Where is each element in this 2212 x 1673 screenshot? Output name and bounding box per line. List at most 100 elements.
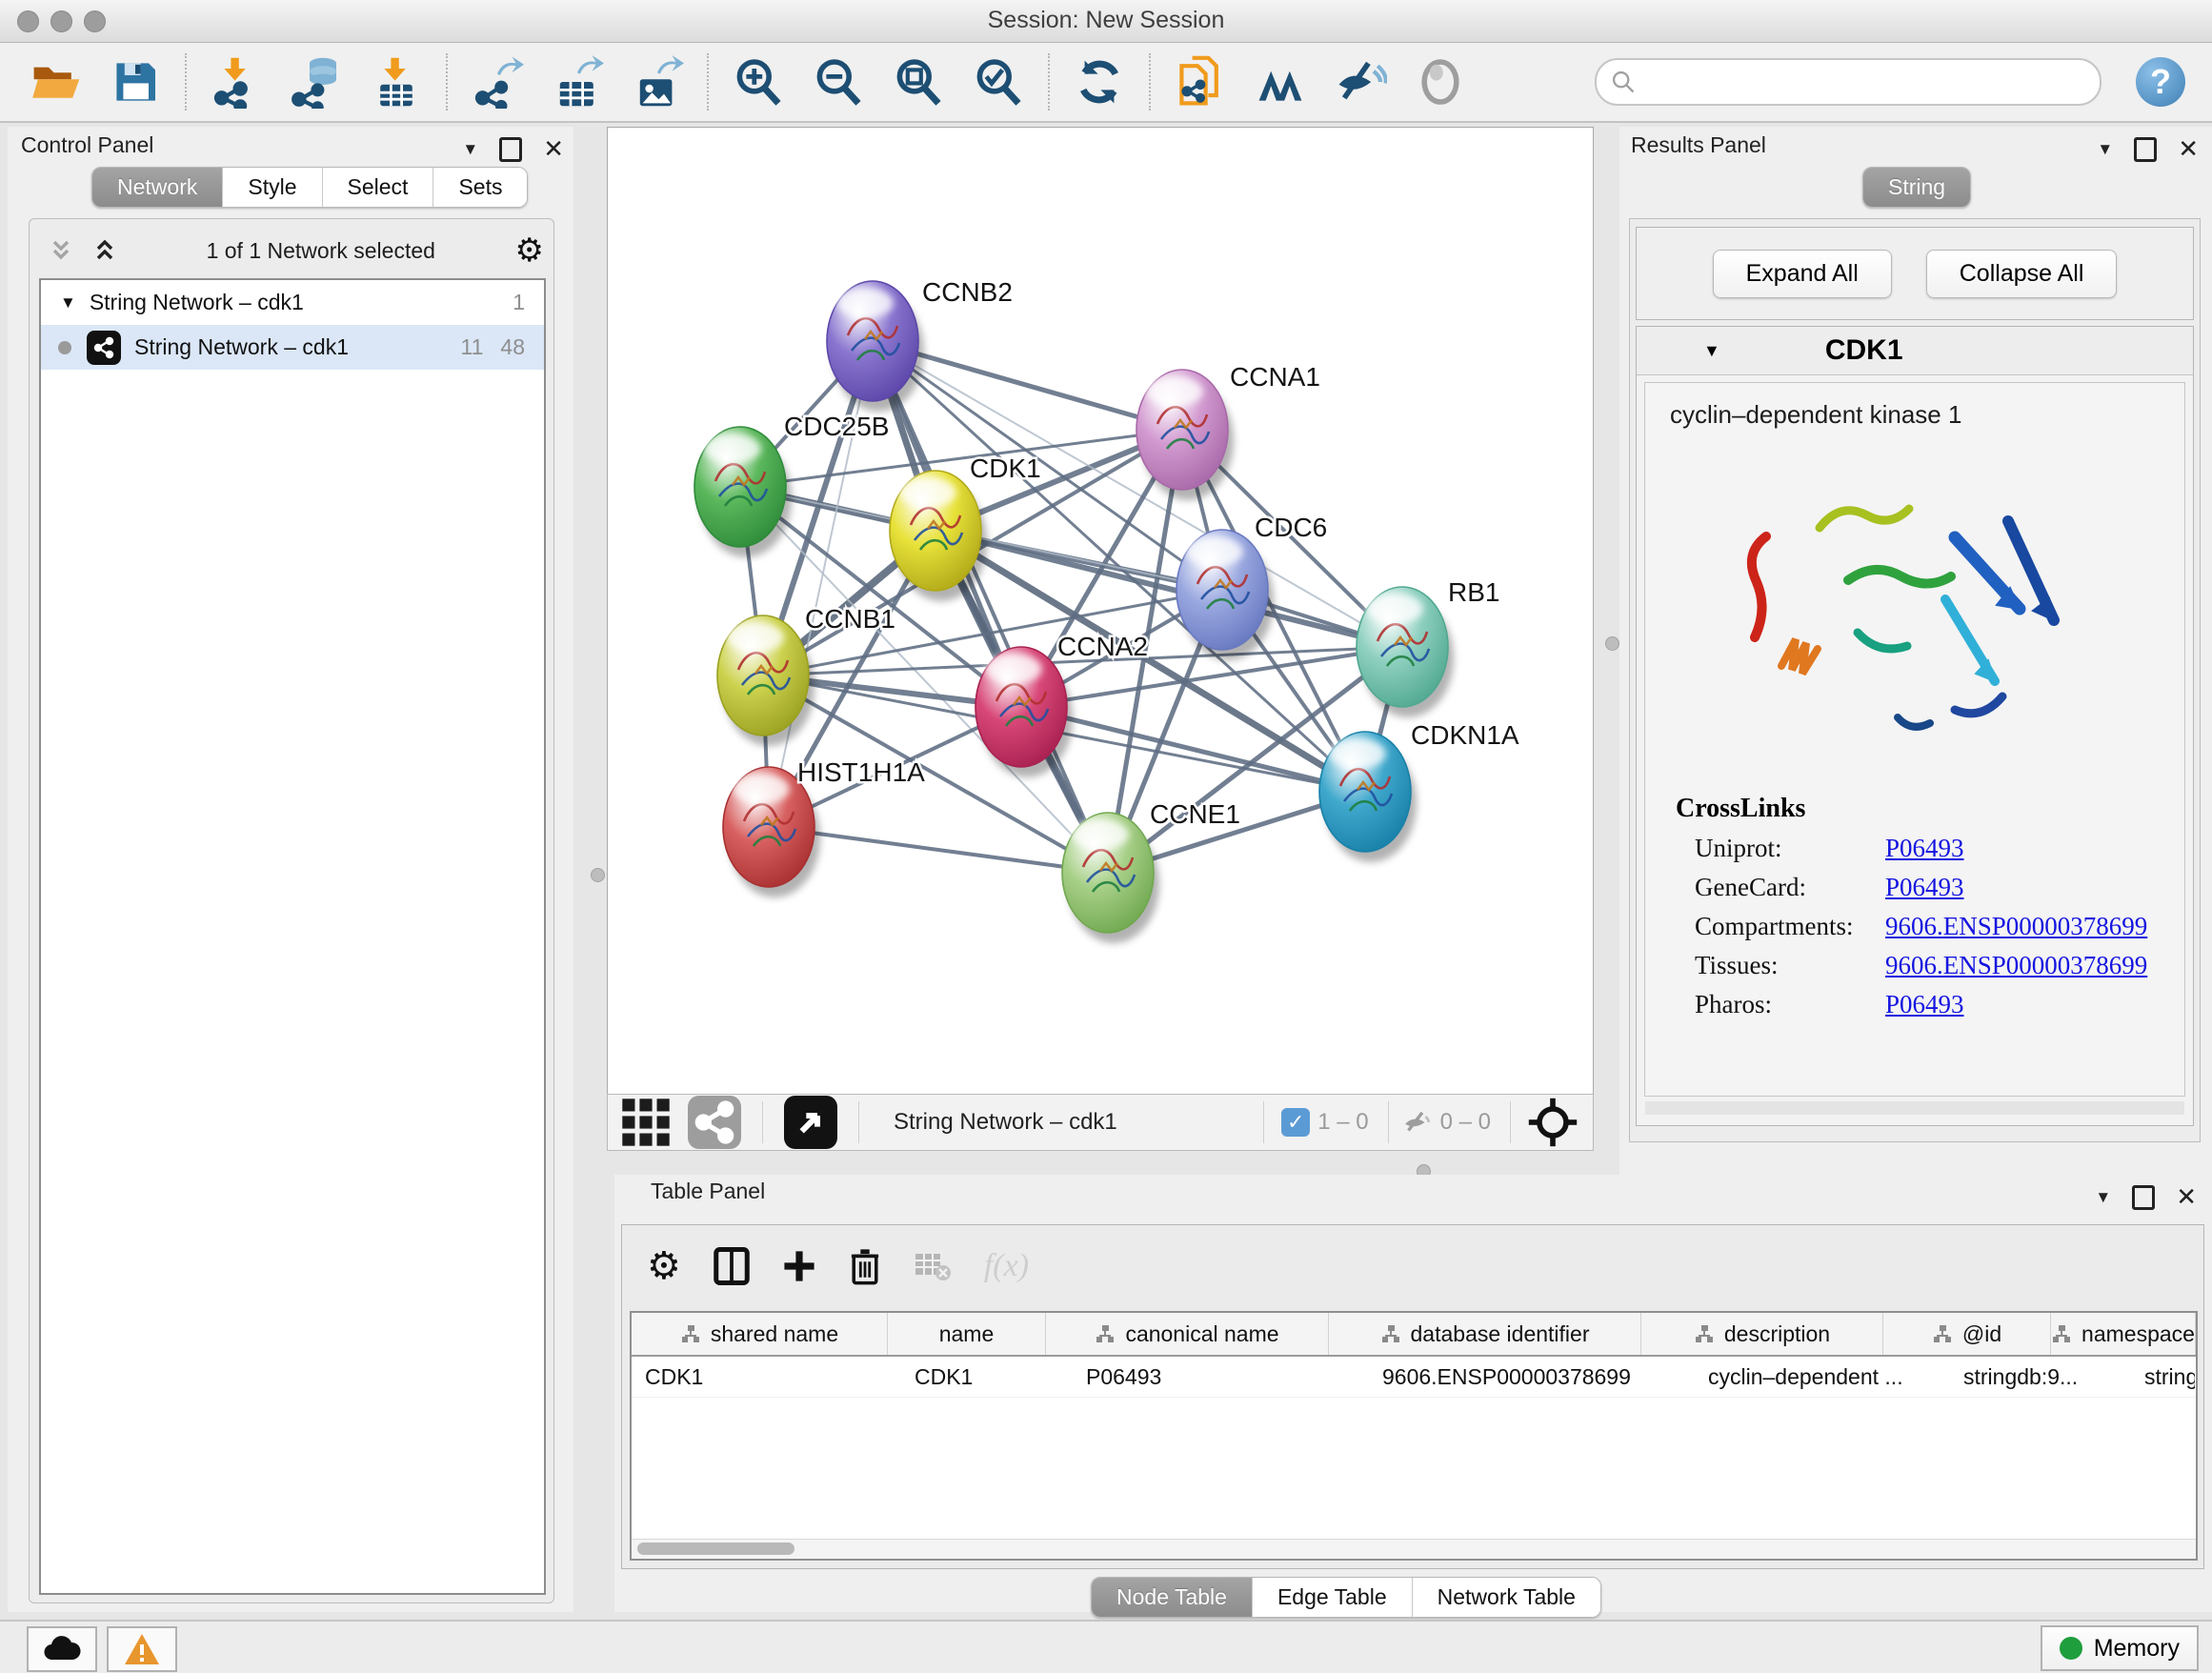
table-row[interactable]: CDK1 CDK1 P06493 9606.ENSP00000378699 cy… [632, 1357, 2196, 1398]
separator [1263, 1101, 1264, 1143]
results-panel-close-icon[interactable]: ✕ [2178, 134, 2199, 164]
grid-mode-button[interactable] [608, 1092, 678, 1153]
network-edge-CCNB2-CCNE1[interactable] [873, 341, 1108, 873]
collapse-all-chevron-icon[interactable] [47, 236, 75, 265]
table-panel-float-icon[interactable] [2132, 1185, 2155, 1210]
column-header[interactable]: @id [1883, 1313, 2051, 1355]
hide-selected-button[interactable] [1320, 51, 1400, 112]
network-node-HIST1H1A[interactable]: HIST1H1A [723, 757, 925, 897]
tab-select[interactable]: Select [323, 168, 434, 207]
collection-expander-icon[interactable]: ▼ [60, 293, 76, 312]
cell-name[interactable]: CDK1 [901, 1357, 1073, 1397]
column-header[interactable]: shared name [632, 1313, 888, 1355]
network-canvas[interactable]: CCNB2CCNA1CDC25BCDK1CDC6RB1CCNB1CCNA2CDK… [607, 127, 1594, 1096]
column-header[interactable]: canonical name [1046, 1313, 1329, 1355]
delete-column-button[interactable] [849, 1247, 881, 1285]
warnings-button[interactable] [107, 1626, 177, 1672]
column-header[interactable]: name [888, 1313, 1046, 1355]
table-tabs: Node Table Edge Table Network Table [1091, 1577, 1601, 1618]
zoom-in-button[interactable] [718, 51, 798, 112]
network-node-CCNE1[interactable]: CCNE1 [1062, 799, 1240, 943]
crosslink-tissues-link[interactable]: 9606.ENSP00000378699 [1885, 951, 2147, 980]
node-label-CDKN1A: CDKN1A [1411, 720, 1519, 750]
network-node-CDC25B[interactable]: CDC25B [694, 412, 889, 557]
tab-network-table[interactable]: Network Table [1413, 1578, 1600, 1617]
tab-style[interactable]: Style [223, 168, 322, 207]
cell-database-identifier[interactable]: 9606.ENSP00000378699 [1369, 1357, 1695, 1397]
column-header[interactable]: description [1641, 1313, 1883, 1355]
cloud-status-button[interactable] [27, 1626, 97, 1672]
expand-all-chevron-icon[interactable] [90, 236, 119, 265]
network-row[interactable]: String Network – cdk1 11 48 [41, 325, 544, 370]
crosslink-uniprot-link[interactable]: P06493 [1885, 834, 1964, 863]
show-columns-button[interactable] [714, 1247, 750, 1285]
memory-button[interactable]: Memory [2041, 1625, 2199, 1671]
network-node-RB1[interactable]: RB1 [1357, 577, 1499, 717]
crosslink-genecard-link[interactable]: P06493 [1885, 873, 1964, 902]
show-all-button[interactable] [1400, 51, 1480, 112]
network-node-CCNB2[interactable]: CCNB2 [827, 277, 1013, 412]
create-column-button[interactable] [782, 1249, 816, 1283]
export-image-button[interactable] [617, 51, 697, 112]
results-panel-menu-icon[interactable]: ▼ [2097, 140, 2113, 159]
crosslink-compartments-link[interactable]: 9606.ENSP00000378699 [1885, 912, 2147, 941]
cell-shared-name[interactable]: CDK1 [632, 1357, 901, 1397]
import-network-file-button[interactable] [196, 51, 276, 112]
collapse-all-button[interactable]: Collapse All [1926, 250, 2118, 298]
network-node-CDC6[interactable]: CDC6 [1176, 513, 1327, 660]
control-panel-menu-icon[interactable]: ▼ [462, 140, 478, 159]
fit-selected-button[interactable] [1522, 1092, 1593, 1153]
network-collection-row[interactable]: ▼ String Network – cdk1 1 [41, 280, 544, 325]
apply-layout-button[interactable] [1059, 51, 1139, 112]
table-options-gear-icon[interactable]: ⚙ [647, 1247, 681, 1285]
network-node-CCNA1[interactable]: CCNA1 [1136, 362, 1320, 500]
import-table-button[interactable] [356, 51, 436, 112]
zoom-selected-button[interactable] [958, 51, 1038, 112]
export-network-button[interactable] [457, 51, 537, 112]
network-node-CCNA2[interactable]: CCNA2 [975, 632, 1148, 777]
results-scrollbar[interactable] [1645, 1101, 2184, 1115]
network-options-gear-icon[interactable]: ⚙ [515, 234, 544, 267]
results-panel-float-icon[interactable] [2134, 137, 2157, 162]
cell-canonical-name[interactable]: P06493 [1073, 1357, 1369, 1397]
zoom-out-button[interactable] [798, 51, 878, 112]
help-button[interactable]: ? [2136, 57, 2185, 107]
column-header[interactable]: namespace [2051, 1313, 2196, 1355]
tab-sets[interactable]: Sets [433, 168, 527, 207]
fit-content-button[interactable] [878, 51, 958, 112]
export-table-button[interactable] [537, 51, 617, 112]
control-panel-float-icon[interactable] [499, 137, 522, 162]
gene-expander-icon[interactable]: ▼ [1703, 341, 1720, 361]
open-session-button[interactable] [15, 51, 95, 112]
table-panel-menu-icon[interactable]: ▼ [2095, 1188, 2111, 1207]
table-horizontal-scrollbar[interactable] [632, 1539, 2196, 1559]
cell-namespace[interactable]: stringdb [2131, 1357, 2196, 1397]
gene-section-header[interactable]: ▼ CDK1 [1637, 327, 2193, 375]
selected-checkbox-icon[interactable]: ✓ [1281, 1108, 1310, 1137]
save-session-button[interactable] [95, 51, 175, 112]
control-panel-close-icon[interactable]: ✕ [543, 134, 564, 164]
network-node-CCNB1[interactable]: CCNB1 [717, 604, 895, 746]
tab-edge-table[interactable]: Edge Table [1253, 1578, 1413, 1617]
first-neighbors-button[interactable] [1240, 51, 1320, 112]
table-panel-close-icon[interactable]: ✕ [2176, 1182, 2197, 1212]
crosslink-pharos-link[interactable]: P06493 [1885, 990, 1964, 1019]
tab-network[interactable]: Network [92, 168, 223, 207]
clone-network-button[interactable] [1160, 51, 1240, 112]
network-node-CDKN1A[interactable]: CDKN1A [1319, 720, 1519, 862]
column-header[interactable]: database identifier [1329, 1313, 1641, 1355]
scrollbar-thumb[interactable] [637, 1542, 794, 1555]
network-graph[interactable]: CCNB2CCNA1CDC25BCDK1CDC6RB1CCNB1CCNA2CDK… [608, 128, 1593, 1095]
tab-string[interactable]: String [1863, 168, 1970, 207]
import-network-database-button[interactable] [276, 51, 356, 112]
cell-id[interactable]: stringdb:9... [1950, 1357, 2131, 1397]
expand-all-button[interactable]: Expand All [1713, 250, 1892, 298]
network-view-share-button[interactable] [678, 1092, 751, 1153]
right-splitter-handle[interactable] [1605, 636, 1619, 651]
left-splitter-handle[interactable] [591, 868, 605, 882]
window-titlebar: Session: New Session [0, 0, 2212, 43]
tab-node-table[interactable]: Node Table [1092, 1578, 1253, 1617]
search-input[interactable] [1644, 68, 2086, 96]
birds-eye-view-button[interactable] [774, 1092, 847, 1153]
cell-description[interactable]: cyclin–dependent ... [1695, 1357, 1950, 1397]
